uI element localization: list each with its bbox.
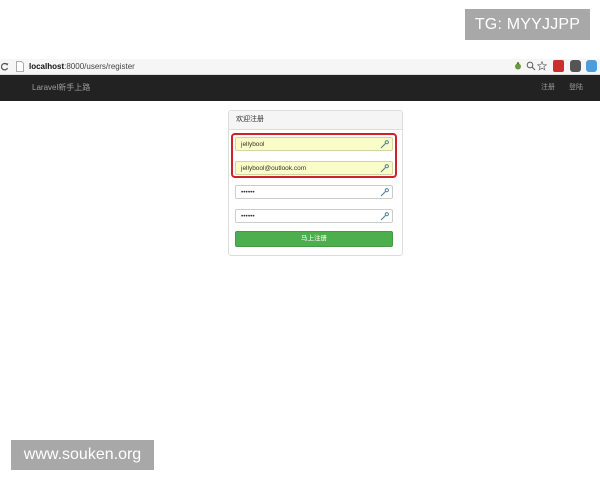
key-icon[interactable] [380, 212, 389, 221]
search-icon[interactable] [526, 61, 536, 71]
page-icon [16, 61, 24, 72]
password-value: •••••• [241, 189, 255, 196]
url-path: :8000/users/register [64, 62, 135, 71]
register-submit-button[interactable]: 马上注册 [235, 231, 393, 247]
watermark-top: TG: MYYJJPP [465, 9, 590, 40]
extension-bug-icon[interactable] [513, 61, 523, 71]
register-panel: 欢迎注册 jellybool jellybool@outlook.com •••… [228, 110, 403, 256]
site-navbar: Laravel新手上路 注册 登陆 [0, 75, 600, 101]
password-confirm-value: •••••• [241, 213, 255, 220]
extension-fb-icon[interactable] [553, 60, 564, 72]
navbar-brand[interactable]: Laravel新手上路 [32, 75, 90, 101]
reload-icon[interactable] [0, 59, 10, 74]
highlight-box [231, 133, 397, 178]
nav-register-link[interactable]: 注册 [541, 75, 555, 101]
pocket-icon[interactable] [570, 60, 581, 72]
url-host: localhost [29, 62, 65, 71]
nav-login-link[interactable]: 登陆 [569, 75, 583, 101]
watermark-bottom: www.souken.org [11, 440, 154, 470]
shield-icon[interactable] [586, 60, 597, 72]
password-confirm-field[interactable]: •••••• [235, 209, 393, 223]
key-icon[interactable] [380, 188, 389, 197]
address-bar[interactable]: localhost:8000/users/register [0, 59, 600, 75]
password-field[interactable]: •••••• [235, 185, 393, 199]
star-icon[interactable] [537, 61, 547, 71]
url-text[interactable]: localhost:8000/users/register [29, 60, 135, 73]
panel-heading: 欢迎注册 [229, 111, 402, 130]
